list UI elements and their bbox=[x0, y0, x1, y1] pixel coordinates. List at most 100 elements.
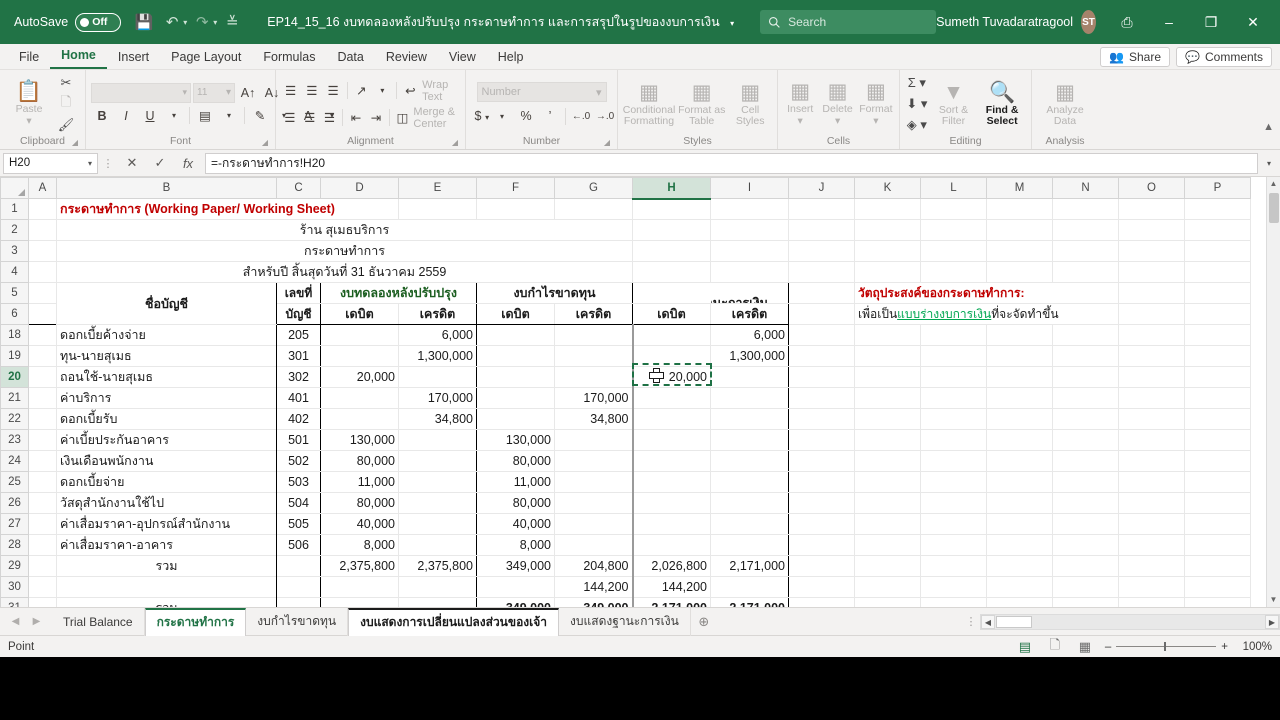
row-header-31[interactable]: 31 bbox=[0, 596, 29, 607]
cell-L1[interactable] bbox=[920, 198, 987, 220]
row-header-5[interactable]: 5 bbox=[0, 282, 29, 304]
cell-K26[interactable] bbox=[854, 492, 921, 514]
cell-A31[interactable] bbox=[28, 596, 57, 607]
cell-L21[interactable] bbox=[920, 387, 987, 409]
cell-L23[interactable] bbox=[920, 429, 987, 451]
cell-N29[interactable] bbox=[1052, 555, 1119, 577]
cell-D23[interactable]: 130,000 bbox=[320, 429, 399, 451]
scroll-up-icon[interactable]: ▲ bbox=[1267, 177, 1280, 191]
cell-K28[interactable] bbox=[854, 534, 921, 556]
cell-C24[interactable]: 502 bbox=[276, 450, 321, 472]
column-header-O[interactable]: O bbox=[1118, 177, 1185, 199]
column-header-B[interactable]: B bbox=[56, 177, 277, 199]
cell-O4[interactable] bbox=[1118, 261, 1185, 283]
wrap-text-icon[interactable]: ↩ bbox=[401, 81, 420, 101]
font-name-input[interactable]: ▾ bbox=[91, 82, 191, 103]
insert-cells-button[interactable]: ▦ Insert ▾ bbox=[783, 81, 817, 127]
cell-J20[interactable] bbox=[788, 366, 855, 388]
cell-C5-account-no[interactable]: เลขที่ bbox=[276, 282, 321, 304]
row-header-25[interactable]: 25 bbox=[0, 471, 29, 493]
cell-C22[interactable]: 402 bbox=[276, 408, 321, 430]
cell-J18[interactable] bbox=[788, 324, 855, 346]
autosum-icon[interactable]: Σ ▾ bbox=[907, 74, 927, 93]
cell-G19[interactable] bbox=[554, 345, 633, 367]
cell-O31[interactable] bbox=[1118, 596, 1185, 607]
cell-B20[interactable]: ถอนใช้-นายสุเมธ bbox=[56, 366, 277, 388]
row-header-20[interactable]: 20 bbox=[0, 366, 29, 388]
cell-O2[interactable] bbox=[1118, 219, 1185, 241]
zoom-out-button[interactable]: – bbox=[1105, 641, 1111, 653]
cell-K19[interactable] bbox=[854, 345, 921, 367]
column-header-D[interactable]: D bbox=[320, 177, 399, 199]
cell-O29[interactable] bbox=[1118, 555, 1185, 577]
percent-format-button[interactable]: % bbox=[515, 106, 537, 126]
column-header-M[interactable]: M bbox=[986, 177, 1053, 199]
tab-split-handle[interactable]: ⋮ bbox=[962, 615, 980, 628]
cell-B3[interactable]: กระดาษทำการ bbox=[56, 240, 633, 262]
sheet-tab-income-statement[interactable]: งบกำไรขาดทุน bbox=[246, 607, 349, 636]
cell-G30[interactable]: 144,200 bbox=[554, 576, 633, 598]
cell-C23[interactable]: 501 bbox=[276, 429, 321, 451]
cell-D19[interactable] bbox=[320, 345, 399, 367]
cell-K18[interactable] bbox=[854, 324, 921, 346]
cell-H19[interactable] bbox=[631, 345, 711, 367]
increase-indent-icon[interactable]: ⇥ bbox=[367, 108, 385, 128]
cell-J1[interactable] bbox=[788, 198, 855, 220]
avatar[interactable]: ST bbox=[1081, 10, 1096, 34]
cell-M23[interactable] bbox=[986, 429, 1053, 451]
save-icon[interactable]: 💾 bbox=[131, 9, 157, 35]
name-box-dropdown-icon[interactable]: ▾ bbox=[88, 159, 92, 168]
row-header-28[interactable]: 28 bbox=[0, 534, 29, 556]
row-header-19[interactable]: 19 bbox=[0, 345, 29, 367]
decrease-indent-icon[interactable]: ⇤ bbox=[347, 108, 365, 128]
underline-dropdown-icon[interactable]: ▾ bbox=[163, 106, 185, 126]
column-header-P[interactable]: P bbox=[1184, 177, 1251, 199]
format-cells-button[interactable]: ▦ Format ▾ bbox=[858, 81, 894, 127]
page-layout-view-icon[interactable]: 🗋 bbox=[1045, 636, 1065, 658]
cell-G22[interactable]: 34,800 bbox=[554, 408, 633, 430]
cell-M3[interactable] bbox=[986, 240, 1053, 262]
undo-dropdown-icon[interactable]: ▾ bbox=[183, 18, 187, 27]
cell-E30[interactable] bbox=[398, 576, 477, 598]
cell-I4[interactable] bbox=[710, 261, 789, 283]
cell-D31[interactable] bbox=[320, 596, 399, 607]
zoom-slider[interactable]: – + bbox=[1105, 641, 1228, 653]
cell-P30[interactable] bbox=[1184, 576, 1251, 598]
restore-button[interactable]: ❐ bbox=[1190, 6, 1232, 38]
cell-K25[interactable] bbox=[854, 471, 921, 493]
cell-I24[interactable] bbox=[710, 450, 789, 472]
sheet-tab-balance-sheet[interactable]: งบแสดงฐานะการเงิน bbox=[559, 607, 691, 636]
cell-C20[interactable]: 302 bbox=[276, 366, 321, 388]
font-dialog-launcher-icon[interactable]: ◢ bbox=[262, 138, 268, 147]
cell-N2[interactable] bbox=[1052, 219, 1119, 241]
number-dialog-launcher-icon[interactable]: ◢ bbox=[604, 138, 610, 147]
cell-B30[interactable] bbox=[56, 576, 277, 598]
cell-K31[interactable] bbox=[854, 596, 921, 607]
row-header-26[interactable]: 26 bbox=[0, 492, 29, 514]
merge-center-icon[interactable]: ◫ bbox=[394, 108, 412, 128]
ribbon-tab-view[interactable]: View bbox=[438, 47, 487, 69]
cell-A5[interactable] bbox=[28, 282, 57, 304]
cell-A22[interactable] bbox=[28, 408, 57, 430]
scissors-icon[interactable]: ✂ bbox=[56, 74, 76, 93]
number-format-select[interactable]: Number ▾ bbox=[476, 82, 607, 102]
cell-B21[interactable]: ค่าบริการ bbox=[56, 387, 277, 409]
cell-G21[interactable]: 170,000 bbox=[554, 387, 633, 409]
currency-dropdown-icon[interactable]: ▾ bbox=[491, 106, 513, 126]
cell-F25[interactable]: 11,000 bbox=[476, 471, 555, 493]
cell-O1[interactable] bbox=[1118, 198, 1185, 220]
row-header-6[interactable]: 6 bbox=[0, 303, 29, 325]
cell-A26[interactable] bbox=[28, 492, 57, 514]
cell-L25[interactable] bbox=[920, 471, 987, 493]
cell-L4[interactable] bbox=[920, 261, 987, 283]
cell-K20[interactable] bbox=[854, 366, 921, 388]
cell-J29[interactable] bbox=[788, 555, 855, 577]
cell-H30[interactable]: 144,200 bbox=[631, 576, 711, 598]
cell-A2[interactable] bbox=[28, 219, 57, 241]
ribbon-tab-help[interactable]: Help bbox=[487, 47, 535, 69]
cell-O6[interactable] bbox=[1118, 303, 1185, 325]
cell-A3[interactable] bbox=[28, 240, 57, 262]
cell-I18[interactable]: 6,000 bbox=[710, 324, 789, 346]
cell-D25[interactable]: 11,000 bbox=[320, 471, 399, 493]
copy-icon[interactable]: 🗋 bbox=[56, 94, 76, 114]
